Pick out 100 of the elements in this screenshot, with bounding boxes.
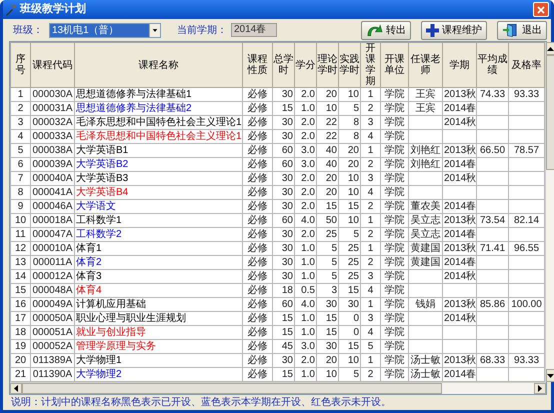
table-cell: 学院 (380, 256, 408, 270)
table-cell: 王宾 (408, 102, 442, 116)
close-button[interactable] (533, 2, 549, 17)
class-dropdown[interactable]: 13机电1（普） (49, 22, 161, 38)
table-cell: 3.0 (294, 158, 316, 172)
table-cell: 2014春 (442, 102, 476, 116)
table-cell: 15 (316, 326, 338, 340)
column-header[interactable]: 学分 (294, 42, 316, 88)
column-header[interactable]: 序号 (10, 42, 30, 88)
column-header[interactable]: 总学时 (272, 42, 294, 88)
table-cell: 就业与创业指导 (74, 326, 242, 340)
table-cell: 30 (316, 340, 338, 354)
toolbar-button[interactable]: 课程维护 (421, 20, 487, 40)
table-cell: 000047A (30, 228, 74, 242)
table-cell: 25 (316, 228, 338, 242)
table-cell: 0.5 (294, 284, 316, 298)
table-cell: 30 (316, 298, 338, 312)
table-cell: 必修 (242, 284, 272, 298)
table-cell: 学院 (380, 158, 408, 172)
column-header[interactable]: 平均成绩 (476, 42, 508, 88)
column-header[interactable]: 开课单位 (380, 42, 408, 88)
plus-icon (426, 24, 439, 36)
column-header[interactable]: 实践学时 (338, 42, 360, 88)
table-cell: 学院 (380, 340, 408, 354)
table-cell: 10 (338, 354, 360, 368)
table-cell: 2013秋 (442, 298, 476, 312)
column-header[interactable]: 学期 (442, 42, 476, 88)
table-cell: 15 (316, 312, 338, 326)
table-cell: 学院 (380, 284, 408, 298)
table-cell: 2013秋 (442, 88, 476, 102)
table-cell: 2014春 (442, 228, 476, 242)
table-cell: 2 (360, 200, 380, 214)
table-cell: 学院 (380, 102, 408, 116)
table-cell: 董农美 (408, 200, 442, 214)
column-header[interactable]: 课程性质 (242, 42, 272, 88)
table-cell: 66.50 (476, 144, 508, 158)
table-cell: 15 (10, 284, 30, 298)
table-cell: 30 (338, 298, 360, 312)
tools-icon (5, 4, 17, 16)
table-cell: 8 (338, 116, 360, 130)
table-cell: 20 (338, 144, 360, 158)
column-header[interactable]: 课程名称 (74, 42, 242, 88)
table-cell: 4 (360, 130, 380, 144)
column-header[interactable]: 开课学期 (360, 42, 380, 88)
term-field: 2014春 (231, 23, 277, 37)
table-cell: 必修 (242, 326, 272, 340)
table-cell: 学院 (380, 228, 408, 242)
table-cell: 10 (338, 214, 360, 228)
vertical-scrollbar[interactable] (545, 42, 554, 382)
table-cell: 15 (272, 312, 294, 326)
table-cell: 3 (360, 270, 380, 284)
table-cell: 必修 (242, 88, 272, 102)
table-cell: 17 (10, 312, 30, 326)
table-cell: 3 (360, 312, 380, 326)
table-cell: 40 (316, 158, 338, 172)
table-cell: 学院 (380, 298, 408, 312)
right-arrow-icon (538, 385, 542, 392)
table-cell: 学院 (380, 130, 408, 144)
table-cell: 3 (360, 116, 380, 130)
table-cell: 30 (272, 88, 294, 102)
column-header[interactable]: 任课老师 (408, 42, 442, 88)
table-cell: 2.0 (294, 200, 316, 214)
table-cell: 30 (272, 228, 294, 242)
table-cell: 必修 (242, 158, 272, 172)
table-cell: 2013秋 (442, 214, 476, 228)
table-cell: 必修 (242, 270, 272, 284)
table-cell: 2014春 (442, 158, 476, 172)
table-cell: 20 (316, 88, 338, 102)
table-cell: 8 (338, 130, 360, 144)
table-cell: 15 (272, 326, 294, 340)
table-cell: 学院 (380, 326, 408, 340)
table-cell: 000018A (30, 214, 74, 228)
table-cell: 必修 (242, 102, 272, 116)
table-cell: 000031A (30, 102, 74, 116)
table-cell: 1 (360, 298, 380, 312)
table-cell: 74.33 (476, 88, 508, 102)
table-cell: 4.0 (294, 214, 316, 228)
table-cell: 思想道德修养与法律基础1 (74, 88, 242, 102)
horizontal-scrollbar[interactable] (10, 382, 546, 394)
column-header[interactable]: 理论学时 (316, 42, 338, 88)
table-cell: 1 (360, 88, 380, 102)
table-cell: 大学英语B1 (74, 144, 242, 158)
table-cell: 必修 (242, 228, 272, 242)
table-cell: 73.54 (476, 214, 508, 228)
table-cell: 职业心理与职业生涯规划 (74, 312, 242, 326)
table-cell: 2013秋 (442, 354, 476, 368)
toolbar-button[interactable]: 退出 (497, 20, 547, 40)
table-cell: 000052A (30, 340, 74, 354)
table-cell: 体育3 (74, 270, 242, 284)
table-cell: 2.0 (294, 186, 316, 200)
table-cell: 必修 (242, 144, 272, 158)
table-cell: 2014秋 (442, 172, 476, 186)
table-cell: 大学英语B3 (74, 172, 242, 186)
table-cell: 25 (338, 256, 360, 270)
column-header[interactable]: 课程代码 (30, 42, 74, 88)
table-cell: 000046A (30, 200, 74, 214)
toolbar-button[interactable]: 转出 (361, 20, 411, 40)
table-cell: 学院 (380, 214, 408, 228)
table-cell: 3.0 (294, 340, 316, 354)
table-cell: 10 (338, 88, 360, 102)
